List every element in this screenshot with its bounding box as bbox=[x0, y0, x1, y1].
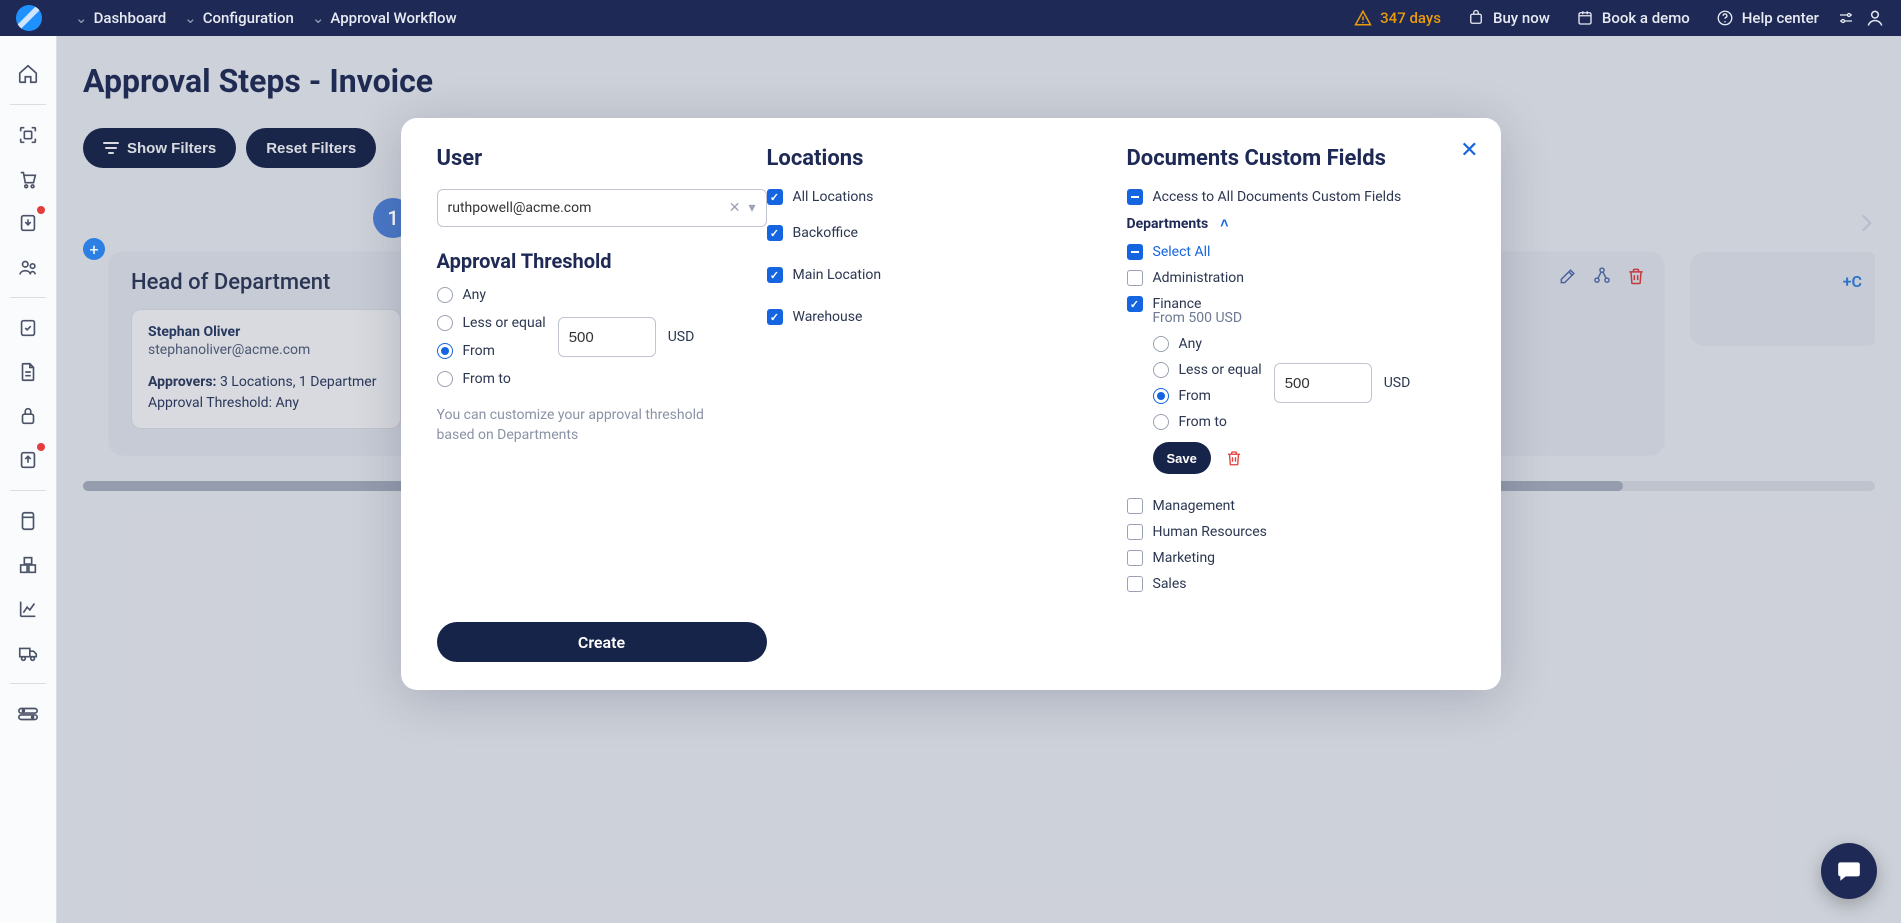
breadcrumb-label: Dashboard bbox=[94, 9, 167, 27]
chevron-down-icon[interactable]: ▾ bbox=[748, 200, 755, 216]
nav-chart-icon[interactable] bbox=[8, 589, 48, 629]
chevron-up-icon: ˄ bbox=[1220, 215, 1228, 232]
user-select[interactable]: ruthpowell@acme.com ✕ ▾ bbox=[437, 189, 767, 227]
nav-send-icon[interactable] bbox=[8, 440, 48, 480]
breadcrumb-dashboard[interactable]: ⌄ Dashboard bbox=[75, 9, 166, 27]
top-bar: ⌄ Dashboard ⌄ Configuration ⌄ Approval W… bbox=[0, 0, 1901, 36]
departments-toggle[interactable]: Departments ˄ bbox=[1127, 215, 1465, 232]
trial-days-label: 347 days bbox=[1380, 9, 1441, 27]
chevron-down-icon: ⌄ bbox=[184, 9, 197, 27]
nav-divider bbox=[10, 297, 46, 298]
user-heading: User bbox=[437, 146, 767, 171]
threshold-heading: Approval Threshold bbox=[437, 249, 767, 273]
add-step-button[interactable]: + bbox=[83, 238, 105, 260]
nav-inventory-icon[interactable] bbox=[8, 545, 48, 585]
dept-check-sales[interactable]: Sales bbox=[1127, 576, 1465, 592]
nav-divider bbox=[10, 490, 46, 491]
dept-check-marketing[interactable]: Marketing bbox=[1127, 550, 1465, 566]
location-check-warehouse[interactable]: ✓Warehouse bbox=[767, 309, 1127, 325]
breadcrumb-approval-workflow[interactable]: ⌄ Approval Workflow bbox=[312, 9, 457, 27]
finance-currency: USD bbox=[1384, 375, 1411, 391]
dept-check-management[interactable]: Management bbox=[1127, 498, 1465, 514]
chevron-down-icon: ⌄ bbox=[75, 9, 88, 27]
calendar-icon bbox=[1576, 9, 1594, 27]
close-icon[interactable]: ✕ bbox=[1460, 138, 1478, 163]
nav-home-icon[interactable] bbox=[8, 54, 48, 94]
help-icon bbox=[1716, 9, 1734, 27]
threshold-radio-from[interactable]: From bbox=[437, 343, 546, 359]
create-label: Create bbox=[578, 633, 625, 652]
nav-scan-icon[interactable] bbox=[8, 115, 48, 155]
finance-value-input[interactable] bbox=[1274, 363, 1372, 403]
nav-lock-icon[interactable] bbox=[8, 396, 48, 436]
finance-subtext: From 500 USD bbox=[1153, 310, 1465, 326]
nav-calc-icon[interactable] bbox=[8, 501, 48, 541]
nav-settings-icon[interactable] bbox=[8, 694, 48, 734]
book-demo-link[interactable]: Book a demo bbox=[1576, 9, 1690, 27]
threshold-radio-less-equal[interactable]: Less or equal bbox=[437, 315, 546, 331]
threshold-value-input[interactable] bbox=[558, 317, 656, 357]
fin-radio-any[interactable]: Any bbox=[1153, 336, 1262, 352]
nav-divider bbox=[10, 104, 46, 105]
dept-check-administration[interactable]: Administration bbox=[1127, 270, 1465, 286]
location-check-main[interactable]: ✓Main Location bbox=[767, 267, 1127, 283]
user-select-value: ruthpowell@acme.com bbox=[448, 200, 592, 216]
docs-access-all[interactable]: Access to All Documents Custom Fields bbox=[1127, 189, 1465, 205]
create-approver-modal: ✕ User ruthpowell@acme.com ✕ ▾ Approval … bbox=[401, 118, 1501, 690]
cart-icon bbox=[1467, 9, 1485, 27]
departments-label: Departments bbox=[1127, 216, 1209, 232]
help-center-label: Help center bbox=[1742, 9, 1819, 27]
app-logo[interactable] bbox=[0, 0, 57, 36]
breadcrumb-label: Approval Workflow bbox=[330, 9, 456, 27]
breadcrumb-label: Configuration bbox=[203, 9, 294, 27]
dept-check-hr[interactable]: Human Resources bbox=[1127, 524, 1465, 540]
location-check-all[interactable]: ✓All Locations bbox=[767, 189, 1127, 205]
profile-icon[interactable] bbox=[1865, 8, 1885, 28]
nav-docs-icon[interactable] bbox=[8, 352, 48, 392]
modal-col-locations: Locations ✓All Locations ✓Backoffice ✓Ma… bbox=[767, 146, 1127, 592]
clear-icon[interactable]: ✕ bbox=[729, 200, 741, 216]
create-button[interactable]: Create bbox=[437, 622, 767, 662]
modal-col-user: User ruthpowell@acme.com ✕ ▾ Approval Th… bbox=[437, 146, 767, 592]
location-check-backoffice[interactable]: ✓Backoffice bbox=[767, 225, 1127, 241]
chat-widget[interactable] bbox=[1821, 843, 1877, 899]
book-demo-label: Book a demo bbox=[1602, 9, 1690, 27]
warning-icon bbox=[1354, 9, 1372, 27]
nav-divider bbox=[10, 683, 46, 684]
help-center-link[interactable]: Help center bbox=[1716, 9, 1819, 27]
threshold-hint: You can customize your approval threshol… bbox=[437, 405, 737, 446]
nav-truck-icon[interactable] bbox=[8, 633, 48, 673]
finance-delete-icon[interactable] bbox=[1225, 449, 1243, 467]
docs-heading: Documents Custom Fields bbox=[1127, 146, 1465, 171]
nav-team-icon[interactable] bbox=[8, 247, 48, 287]
finance-actions: Save bbox=[1153, 442, 1465, 474]
fin-radio-from-to[interactable]: From to bbox=[1153, 414, 1262, 430]
nav-cart-icon[interactable] bbox=[8, 159, 48, 199]
trial-days-remaining[interactable]: 347 days bbox=[1354, 9, 1441, 27]
buy-now-link[interactable]: Buy now bbox=[1467, 9, 1550, 27]
threshold-radio-any[interactable]: Any bbox=[437, 287, 546, 303]
departments-list: Select All Administration ✓Finance From … bbox=[1127, 244, 1465, 592]
buy-now-label: Buy now bbox=[1493, 9, 1550, 27]
threshold-group: Any Less or equal From From to USD bbox=[437, 287, 767, 387]
dept-select-all[interactable]: Select All bbox=[1127, 244, 1465, 260]
modal-col-docs: Documents Custom Fields Access to All Do… bbox=[1127, 146, 1465, 592]
threshold-currency: USD bbox=[668, 329, 695, 345]
finance-threshold-group: Any Less or equal From From to USD bbox=[1153, 336, 1465, 430]
chevron-down-icon: ⌄ bbox=[312, 9, 325, 27]
settings-icon[interactable] bbox=[1837, 9, 1855, 27]
nav-receive-icon[interactable] bbox=[8, 203, 48, 243]
threshold-radio-from-to[interactable]: From to bbox=[437, 371, 546, 387]
fin-radio-from[interactable]: From bbox=[1153, 388, 1262, 404]
breadcrumb-configuration[interactable]: ⌄ Configuration bbox=[184, 9, 294, 27]
left-sidebar bbox=[0, 36, 57, 923]
fin-radio-less-equal[interactable]: Less or equal bbox=[1153, 362, 1262, 378]
locations-heading: Locations bbox=[767, 146, 1127, 171]
next-step-arrow[interactable] bbox=[1853, 210, 1879, 236]
finance-save-button[interactable]: Save bbox=[1153, 442, 1211, 474]
nav-approvals-icon[interactable] bbox=[8, 308, 48, 348]
